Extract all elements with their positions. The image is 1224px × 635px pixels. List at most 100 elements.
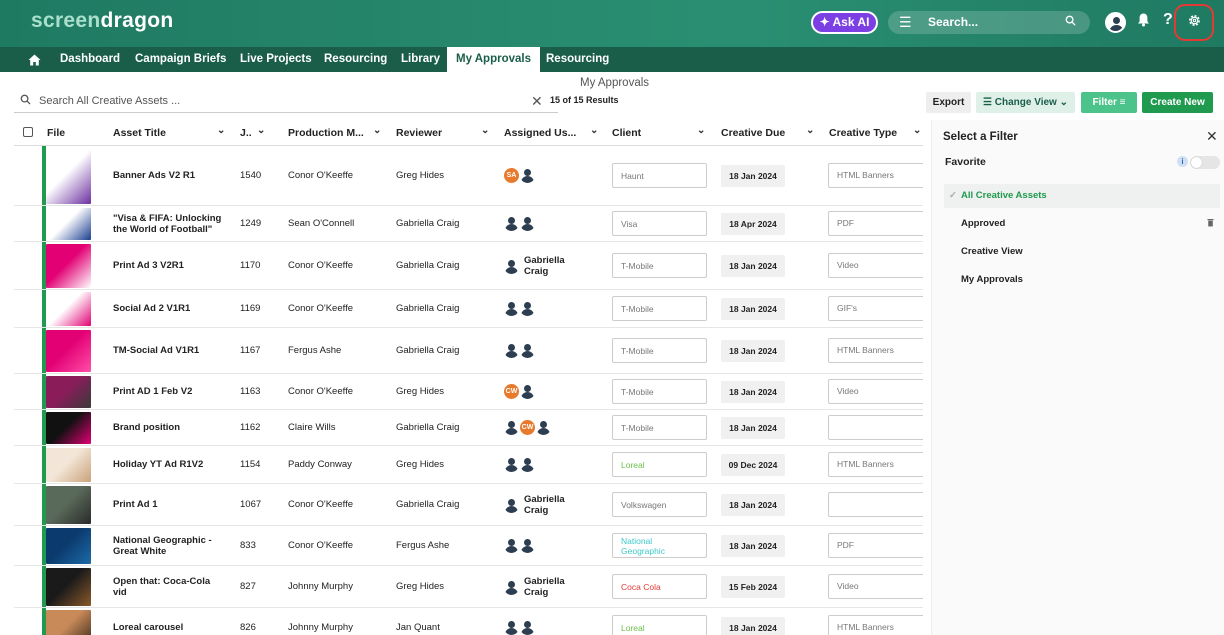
asset-thumbnail[interactable] [46, 376, 91, 408]
assigned-users[interactable] [504, 216, 535, 231]
chevron-down-icon[interactable]: ⌄ [481, 125, 489, 136]
filter-item-my-approvals[interactable]: My Approvals [944, 268, 1220, 292]
search-icon[interactable] [1065, 11, 1076, 34]
nav-library[interactable]: Library [401, 47, 440, 72]
creative-due-date[interactable]: 18 Jan 2024 [721, 494, 785, 516]
client-field[interactable]: Volkswagen [612, 492, 707, 517]
nav-live-projects[interactable]: Live Projects [240, 47, 312, 72]
col-asset-title[interactable]: Asset Title ⌄ [113, 125, 225, 139]
asset-title[interactable]: National Geographic - Great White [113, 535, 223, 557]
table-row[interactable]: Loreal carousel 826 Johnny Murphy Jan Quant… [14, 608, 923, 635]
creative-due-date[interactable]: 15 Feb 2024 [721, 576, 785, 598]
clear-search-icon[interactable]: ✕ [531, 93, 543, 110]
chevron-down-icon[interactable]: ⌄ [913, 125, 921, 136]
user-avatar[interactable] [1105, 12, 1126, 33]
filter-item-approved[interactable]: Approved [944, 212, 1220, 236]
client-field[interactable]: T-Mobile [612, 253, 707, 278]
col-assigned-users[interactable]: Assigned Us... ⌄ [504, 125, 598, 139]
table-row[interactable]: Print Ad 3 V2R1 1170 Conor O'Keeffe Gabriel… [14, 242, 923, 290]
table-row[interactable]: "Visa & FIFA: Unlocking the World of Foo… [14, 206, 923, 242]
filter-item-creative-view[interactable]: Creative View [944, 240, 1220, 264]
client-field[interactable]: Loreal [612, 615, 707, 635]
creative-type-field[interactable]: HTML Banners [828, 452, 923, 477]
chevron-down-icon[interactable]: ⌄ [590, 125, 598, 136]
asset-thumbnail[interactable] [46, 244, 91, 288]
asset-title[interactable]: Social Ad 2 V1R1 [113, 303, 223, 314]
asset-title[interactable]: Print Ad 3 V2R1 [113, 260, 223, 271]
ask-ai-button[interactable]: ✦ Ask AI [811, 11, 878, 34]
asset-thumbnail[interactable] [46, 486, 91, 524]
client-field[interactable]: National Geographic [612, 533, 707, 558]
export-button[interactable]: Export [926, 92, 971, 113]
asset-search-input[interactable]: Search All Creative Assets ... ✕ [14, 90, 558, 113]
col-creative-due[interactable]: Creative Due ⌄ [721, 125, 814, 139]
filter-button[interactable]: Filter ≡ [1081, 92, 1137, 113]
assigned-users[interactable] [504, 620, 535, 635]
help-icon[interactable]: ? [1163, 11, 1173, 29]
client-field[interactable]: Loreal [612, 452, 707, 477]
nav-resourcing-2[interactable]: Resourcing [546, 47, 609, 72]
assigned-users[interactable] [504, 301, 535, 316]
trash-icon[interactable] [1207, 212, 1214, 236]
app-logo[interactable]: screendragon [31, 9, 174, 33]
select-all-checkbox[interactable] [23, 127, 33, 137]
creative-type-field[interactable] [828, 492, 923, 517]
asset-thumbnail[interactable] [46, 528, 91, 564]
creative-due-date[interactable]: 18 Jan 2024 [721, 617, 785, 635]
nav-resourcing[interactable]: Resourcing [324, 47, 387, 72]
asset-title[interactable]: Banner Ads V2 R1 [113, 170, 223, 181]
gear-icon[interactable] [1187, 13, 1202, 33]
col-production-manager[interactable]: Production M... ⌄ [288, 125, 381, 139]
favorite-toggle[interactable] [1190, 156, 1220, 169]
client-field[interactable]: T-Mobile [612, 379, 707, 404]
asset-thumbnail[interactable] [46, 448, 91, 482]
col-reviewer[interactable]: Reviewer ⌄ [396, 125, 489, 139]
asset-title[interactable]: Print AD 1 Feb V2 [113, 386, 223, 397]
col-creative-type[interactable]: Creative Type ⌄ [829, 125, 921, 139]
client-field[interactable]: T-Mobile [612, 338, 707, 363]
creative-due-date[interactable]: 18 Jan 2024 [721, 535, 785, 557]
creative-type-field[interactable]: PDF [828, 533, 923, 558]
assigned-users[interactable]: CW [504, 384, 535, 399]
client-field[interactable]: Coca Cola [612, 574, 707, 599]
asset-thumbnail[interactable] [46, 148, 91, 204]
table-row[interactable]: TM-Social Ad V1R1 1167 Fergus Ashe Gabriell… [14, 328, 923, 374]
create-new-button[interactable]: Create New [1142, 92, 1213, 113]
col-file[interactable]: File [47, 127, 65, 139]
nav-dashboard[interactable]: Dashboard [60, 47, 120, 72]
asset-title[interactable]: Holiday YT Ad R1V2 [113, 459, 223, 470]
chevron-down-icon[interactable]: ⌄ [697, 125, 705, 136]
creative-type-field[interactable]: HTML Banners [828, 163, 923, 188]
asset-thumbnail[interactable] [46, 330, 91, 372]
chevron-down-icon[interactable]: ⌄ [257, 125, 265, 136]
assigned-users[interactable]: SA [504, 168, 535, 183]
client-field[interactable]: T-Mobile [612, 296, 707, 321]
close-icon[interactable]: ✕ [1206, 128, 1218, 145]
home-icon[interactable] [28, 53, 41, 66]
creative-type-field[interactable]: GIF's [828, 296, 923, 321]
creative-type-field[interactable] [828, 415, 923, 440]
creative-type-field[interactable]: PDF [828, 211, 923, 236]
assigned-users[interactable]: CW [504, 420, 551, 435]
asset-title[interactable]: Loreal carousel [113, 622, 223, 633]
assigned-users[interactable] [504, 343, 535, 358]
chevron-down-icon[interactable]: ⌄ [217, 125, 225, 136]
assigned-users[interactable]: Gabriella Craig [504, 576, 584, 598]
creative-due-date[interactable]: 18 Apr 2024 [721, 213, 785, 235]
creative-type-field[interactable]: HTML Banners [828, 615, 923, 635]
creative-type-field[interactable]: HTML Banners [828, 338, 923, 363]
creative-due-date[interactable]: 18 Jan 2024 [721, 417, 785, 439]
notifications-bell-icon[interactable] [1137, 12, 1150, 31]
asset-title[interactable]: Brand position [113, 422, 223, 433]
creative-due-date[interactable]: 18 Jan 2024 [721, 255, 785, 277]
assigned-users[interactable] [504, 538, 535, 553]
table-row[interactable]: Print Ad 1 1067 Conor O'Keeffe Gabriella Cr… [14, 484, 923, 526]
col-client[interactable]: Client ⌄ [612, 125, 705, 139]
change-view-button[interactable]: ☰ Change View ⌄ [976, 92, 1075, 113]
creative-due-date[interactable]: 18 Jan 2024 [721, 165, 785, 187]
info-icon[interactable]: i [1177, 156, 1188, 167]
asset-thumbnail[interactable] [46, 568, 91, 606]
creative-due-date[interactable]: 18 Jan 2024 [721, 298, 785, 320]
creative-due-date[interactable]: 18 Jan 2024 [721, 381, 785, 403]
table-row[interactable]: Banner Ads V2 R1 1540 Conor O'Keeffe Greg H… [14, 146, 923, 206]
